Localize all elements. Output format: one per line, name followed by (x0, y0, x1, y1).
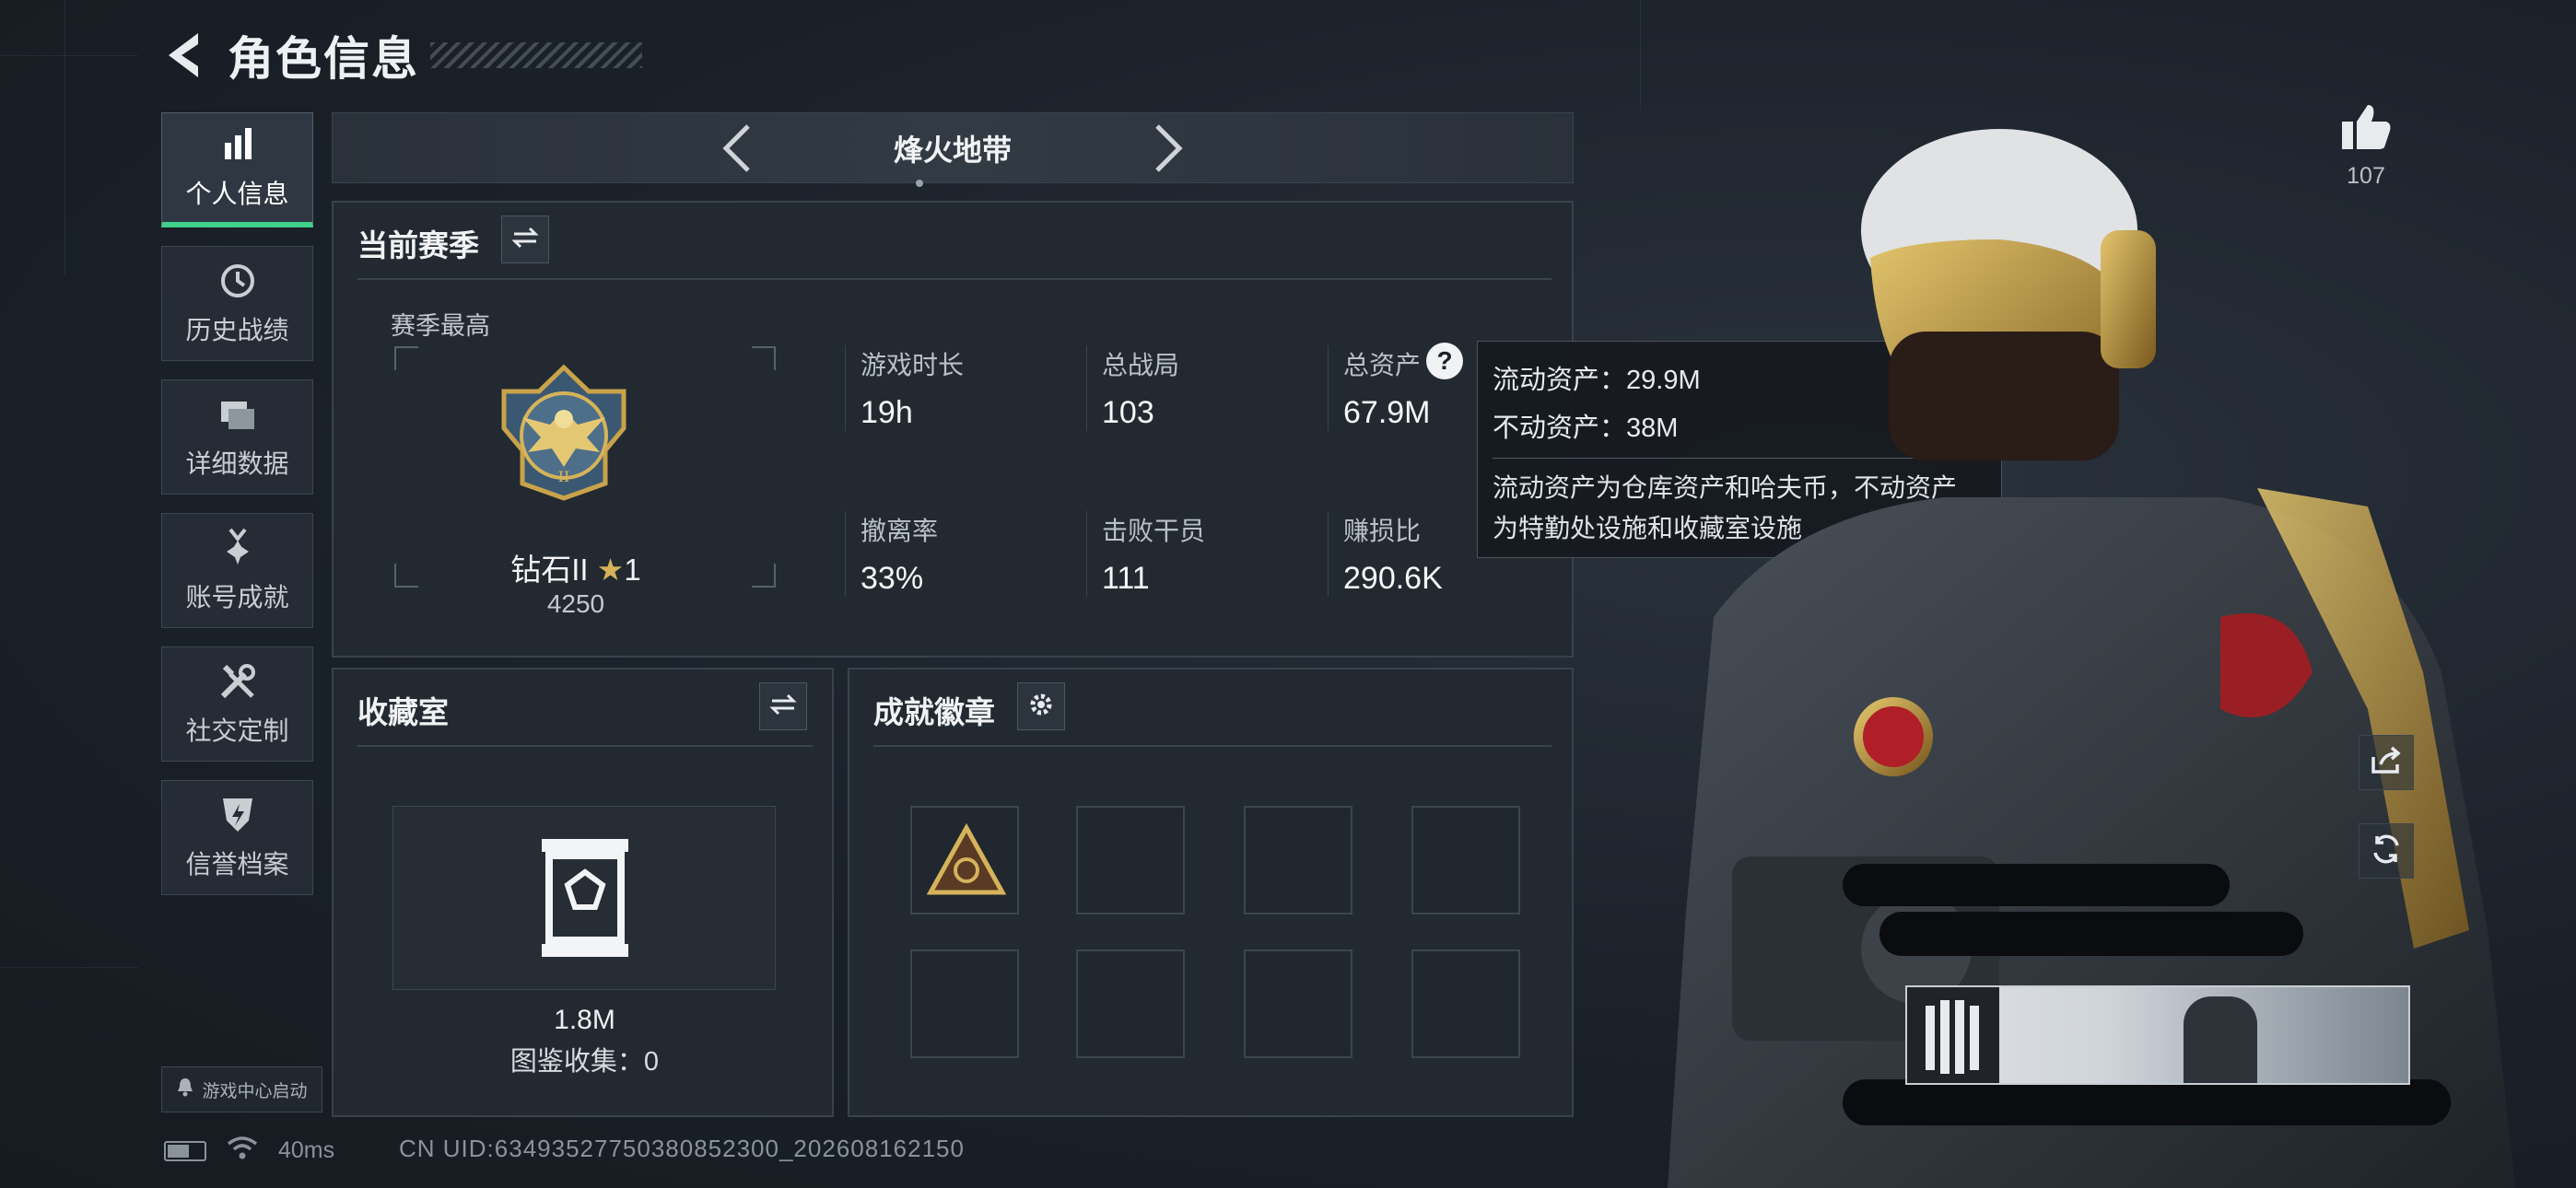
share-button[interactable] (2359, 735, 2414, 790)
sidebar-item-history[interactable]: 历史战绩 (161, 246, 313, 361)
refresh-icon (2370, 833, 2403, 870)
badge-slot[interactable] (1244, 949, 1352, 1058)
launch-label: 游戏中心启动 (202, 1081, 308, 1101)
grid-line (0, 55, 138, 56)
star-icon: ★ (596, 553, 625, 587)
battery-icon (164, 1140, 206, 1161)
ping-value: 40ms (278, 1137, 335, 1163)
collection-title: 收藏室 (357, 695, 449, 729)
redaction (1843, 864, 2230, 906)
divider (873, 745, 1551, 747)
share-icon (2370, 746, 2403, 780)
mode-selector: 烽火地带 (332, 112, 1574, 183)
divider (357, 278, 1551, 280)
stat-operators-defeated: 击败干员 111 (1086, 511, 1307, 597)
refresh-button[interactable] (2359, 823, 2414, 879)
badge-slot[interactable] (1411, 949, 1520, 1058)
medal-icon (217, 528, 258, 568)
header: 角色信息 (161, 23, 642, 87)
sidebar-item-reputation[interactable]: 信誉档案 (161, 780, 313, 895)
badge-slot[interactable] (1411, 806, 1520, 914)
player-banner[interactable] (1905, 985, 2410, 1085)
like-area: 107 (2329, 101, 2403, 190)
badges-settings-button[interactable] (1017, 682, 1065, 730)
mode-label: 烽火地带 (893, 133, 1012, 167)
grid-line (1640, 0, 1641, 111)
bar-chart-icon (217, 124, 258, 165)
thumbs-up-icon[interactable] (2329, 101, 2403, 156)
sidebar-item-label: 信誉档案 (185, 849, 289, 879)
redaction (1879, 912, 2303, 956)
back-arrow-icon[interactable] (161, 28, 207, 83)
folders-icon (217, 394, 258, 435)
game-center-launch-button[interactable]: 游戏中心启动 (161, 1066, 322, 1112)
collection-switch-button[interactable] (759, 682, 807, 730)
grid-line (64, 0, 65, 276)
uid-text: CN UID:6349352775038085230​0_20260816215… (399, 1135, 965, 1162)
badge-slot[interactable] (1244, 806, 1352, 914)
diamond-rank-emblem-icon: II (495, 364, 633, 502)
swap-icon (511, 226, 539, 254)
help-icon[interactable]: ? (1426, 343, 1463, 379)
status-bar: 40ms (164, 1135, 334, 1167)
divider (357, 745, 813, 747)
sidebar-item-personal-info[interactable]: 个人信息 (161, 112, 313, 227)
rank-score: 4250 (546, 589, 605, 618)
achievement-badges-panel: 成就徽章 (848, 668, 1574, 1117)
shield-lightning-icon (217, 795, 258, 835)
like-count: 107 (2347, 163, 2385, 189)
badges-title: 成就徽章 (873, 695, 995, 729)
sidebar-item-label: 历史战绩 (185, 315, 289, 344)
stat-extract-rate: 撤离率 33% (845, 511, 1066, 597)
swap-icon (769, 693, 797, 721)
sidebar-item-label: 个人信息 (185, 180, 289, 208)
badge-slot[interactable] (910, 949, 1019, 1058)
sidebar-item-label: 账号成就 (185, 582, 289, 611)
banner-figure (2184, 996, 2257, 1083)
rank-name: 钻石II (510, 553, 589, 587)
chevron-left-icon[interactable] (719, 122, 755, 174)
wrench-tools-icon (217, 661, 258, 702)
display-case-icon (536, 835, 634, 961)
redaction (1843, 1079, 2451, 1125)
collection-panel: 收藏室 1.8M 图鉴收集：0 (332, 668, 834, 1117)
page-indicator-dot (916, 180, 923, 187)
current-season-panel: 当前赛季 赛季最高 II 钻石II ★1 4250 游戏时长 19h 总战局 1… (332, 201, 1574, 658)
sidebar-item-label: 详细数据 (185, 448, 289, 478)
title-decoration (430, 42, 642, 68)
page-title: 角色信息 (228, 33, 419, 85)
chevron-right-icon[interactable] (1150, 122, 1187, 174)
badge-slot[interactable] (910, 806, 1019, 914)
badge-slot[interactable] (1076, 949, 1185, 1058)
sidebar-item-details[interactable]: 详细数据 (161, 379, 313, 495)
season-title: 当前赛季 (357, 228, 479, 262)
wifi-icon (227, 1135, 258, 1167)
sidebar: 个人信息 历史战绩 详细数据 账号成就 社交定制 信誉档案 (161, 112, 313, 914)
triangle-badge-icon (925, 821, 1008, 908)
rank-stars: 1 (624, 553, 641, 587)
bell-icon (176, 1077, 194, 1102)
rank-label: 钻石II ★1 (470, 545, 682, 589)
clock-history-icon (217, 261, 258, 301)
stat-total-matches: 总战局 103 (1086, 345, 1307, 431)
season-switch-button[interactable] (501, 215, 549, 263)
collection-codex: 图鉴收集：0 (509, 1047, 660, 1077)
svg-text:II: II (558, 468, 570, 485)
gear-icon (1027, 691, 1055, 723)
badge-slot[interactable] (1076, 806, 1185, 914)
sidebar-item-social[interactable]: 社交定制 (161, 646, 313, 762)
sidebar-item-label: 社交定制 (185, 716, 289, 745)
grid-line (0, 967, 138, 968)
banner-emblem (1907, 987, 1999, 1083)
season-best-label: 赛季最高 (391, 312, 490, 340)
sidebar-item-achievements[interactable]: 账号成就 (161, 513, 313, 628)
collection-value: 1.8M (554, 1005, 615, 1035)
stat-playtime: 游戏时长 19h (845, 345, 1066, 431)
